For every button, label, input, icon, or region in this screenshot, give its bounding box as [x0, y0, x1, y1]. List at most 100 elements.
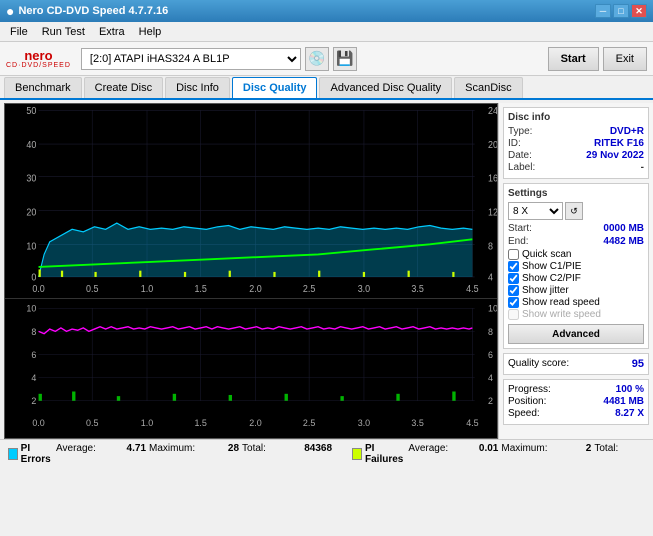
disc-id-row: ID: RITEK F16 — [508, 138, 644, 149]
svg-text:0: 0 — [31, 272, 36, 284]
tab-scan-disc[interactable]: ScanDisc — [454, 77, 522, 98]
progress-value: 100 % — [616, 384, 644, 395]
show-c2-pif-checkbox[interactable] — [508, 273, 519, 284]
progress-label: Progress: — [508, 384, 551, 395]
svg-text:2: 2 — [488, 396, 493, 406]
advanced-button[interactable]: Advanced — [508, 324, 644, 344]
menu-file[interactable]: File — [4, 24, 34, 40]
svg-text:3.0: 3.0 — [358, 284, 370, 296]
svg-text:20: 20 — [26, 207, 36, 219]
speed-icon-button[interactable]: ↺ — [565, 202, 583, 220]
svg-text:8: 8 — [488, 241, 493, 253]
svg-text:4.5: 4.5 — [466, 418, 478, 428]
show-read-speed-label: Show read speed — [522, 297, 600, 308]
svg-text:40: 40 — [26, 139, 36, 151]
svg-text:0.0: 0.0 — [32, 418, 44, 428]
svg-text:4: 4 — [488, 272, 493, 284]
show-jitter-checkbox[interactable] — [508, 285, 519, 296]
show-write-speed-row: Show write speed — [508, 309, 644, 320]
show-c1-pie-label: Show C1/PIE — [522, 261, 581, 272]
svg-text:1.5: 1.5 — [194, 284, 206, 296]
top-chart-svg: 50 40 30 20 10 0 24 20 16 12 8 4 — [5, 104, 497, 298]
disc-id-value: RITEK F16 — [594, 138, 644, 149]
svg-text:1.5: 1.5 — [194, 418, 206, 428]
progress-row: Progress: 100 % — [508, 384, 644, 395]
start-label: Start: — [508, 223, 532, 234]
disc-type-label: Type: — [508, 126, 532, 137]
save-icon-button[interactable]: 💾 — [333, 47, 357, 71]
svg-text:10: 10 — [26, 304, 36, 314]
svg-text:0.5: 0.5 — [86, 284, 98, 296]
svg-text:24: 24 — [488, 106, 497, 118]
menu-run-test[interactable]: Run Test — [36, 24, 91, 40]
show-c1-pie-row: Show C1/PIE — [508, 261, 644, 272]
svg-text:16: 16 — [488, 173, 497, 185]
quick-scan-checkbox[interactable] — [508, 249, 519, 260]
disc-date-value: 29 Nov 2022 — [586, 150, 644, 161]
settings-header: Settings — [508, 188, 644, 199]
disk-icon-button[interactable]: 💿 — [305, 47, 329, 71]
tab-bar: Benchmark Create Disc Disc Info Disc Qua… — [0, 76, 653, 100]
tab-disc-info[interactable]: Disc Info — [165, 77, 230, 98]
settings-section: Settings 8 X ↺ Start: 0000 MB End: 4482 … — [503, 183, 649, 349]
pi-failures-legend: PI Failures Average: 0.01 Maximum: 2 Tot… — [352, 443, 653, 467]
svg-text:30: 30 — [26, 173, 36, 185]
close-button[interactable]: ✕ — [631, 4, 647, 18]
svg-text:3.5: 3.5 — [411, 284, 423, 296]
window-title: Nero CD-DVD Speed 4.7.7.16 — [18, 5, 168, 17]
pi-failures-max: Maximum: 2 — [501, 443, 591, 454]
tab-create-disc[interactable]: Create Disc — [84, 77, 163, 98]
show-write-speed-checkbox[interactable] — [508, 309, 519, 320]
pi-errors-color — [8, 448, 18, 460]
title-bar: ● Nero CD-DVD Speed 4.7.7.16 ─ □ ✕ — [0, 0, 653, 22]
show-read-speed-checkbox[interactable] — [508, 297, 519, 308]
svg-text:2.5: 2.5 — [303, 284, 315, 296]
menu-help[interactable]: Help — [133, 24, 168, 40]
tab-advanced-disc-quality[interactable]: Advanced Disc Quality — [319, 77, 452, 98]
exit-button[interactable]: Exit — [603, 47, 647, 71]
disc-date-row: Date: 29 Nov 2022 — [508, 150, 644, 161]
svg-text:4: 4 — [488, 373, 493, 383]
side-panel: Disc info Type: DVD+R ID: RITEK F16 Date… — [498, 103, 653, 439]
quality-score-label: Quality score: — [508, 358, 569, 370]
quick-scan-label: Quick scan — [522, 249, 571, 260]
menu-extra[interactable]: Extra — [93, 24, 131, 40]
quick-scan-row: Quick scan — [508, 249, 644, 260]
show-c1-pie-checkbox[interactable] — [508, 261, 519, 272]
speed-selector[interactable]: 8 X — [508, 202, 563, 220]
svg-text:1.0: 1.0 — [141, 418, 153, 428]
disc-label-row: Label: - — [508, 162, 644, 173]
svg-text:10: 10 — [26, 241, 36, 253]
svg-text:2.0: 2.0 — [249, 418, 261, 428]
disc-type-row: Type: DVD+R — [508, 126, 644, 137]
start-mb-row: Start: 0000 MB — [508, 223, 644, 234]
end-value: 4482 MB — [603, 236, 644, 247]
svg-text:2.0: 2.0 — [249, 284, 261, 296]
speed-label: Speed: — [508, 408, 540, 419]
quality-score-value: 95 — [632, 358, 644, 370]
pi-errors-legend: PI Errors Average: 4.71 Maximum: 28 Tota… — [8, 443, 332, 467]
show-write-speed-label: Show write speed — [522, 309, 601, 320]
show-read-speed-row: Show read speed — [508, 297, 644, 308]
quality-score-section: Quality score: 95 — [503, 353, 649, 375]
minimize-button[interactable]: ─ — [595, 4, 611, 18]
svg-text:8: 8 — [488, 327, 493, 337]
show-c2-pif-label: Show C2/PIF — [522, 273, 581, 284]
menu-bar: File Run Test Extra Help — [0, 22, 653, 42]
disc-info-section: Disc info Type: DVD+R ID: RITEK F16 Date… — [503, 107, 649, 179]
svg-text:3.5: 3.5 — [411, 418, 423, 428]
svg-text:6: 6 — [488, 350, 493, 360]
tab-benchmark[interactable]: Benchmark — [4, 77, 82, 98]
position-label: Position: — [508, 396, 546, 407]
maximize-button[interactable]: □ — [613, 4, 629, 18]
tab-disc-quality[interactable]: Disc Quality — [232, 77, 318, 98]
speed-value: 8.27 X — [615, 408, 644, 419]
svg-text:8: 8 — [31, 327, 36, 337]
pi-failures-title: PI Failures — [365, 443, 405, 465]
start-button[interactable]: Start — [548, 47, 599, 71]
drive-selector[interactable]: [2:0] ATAPI iHAS324 A BL1P — [81, 48, 301, 70]
show-jitter-row: Show jitter — [508, 285, 644, 296]
svg-text:3.0: 3.0 — [358, 418, 370, 428]
disc-label-label: Label: — [508, 162, 535, 173]
end-mb-row: End: 4482 MB — [508, 236, 644, 247]
